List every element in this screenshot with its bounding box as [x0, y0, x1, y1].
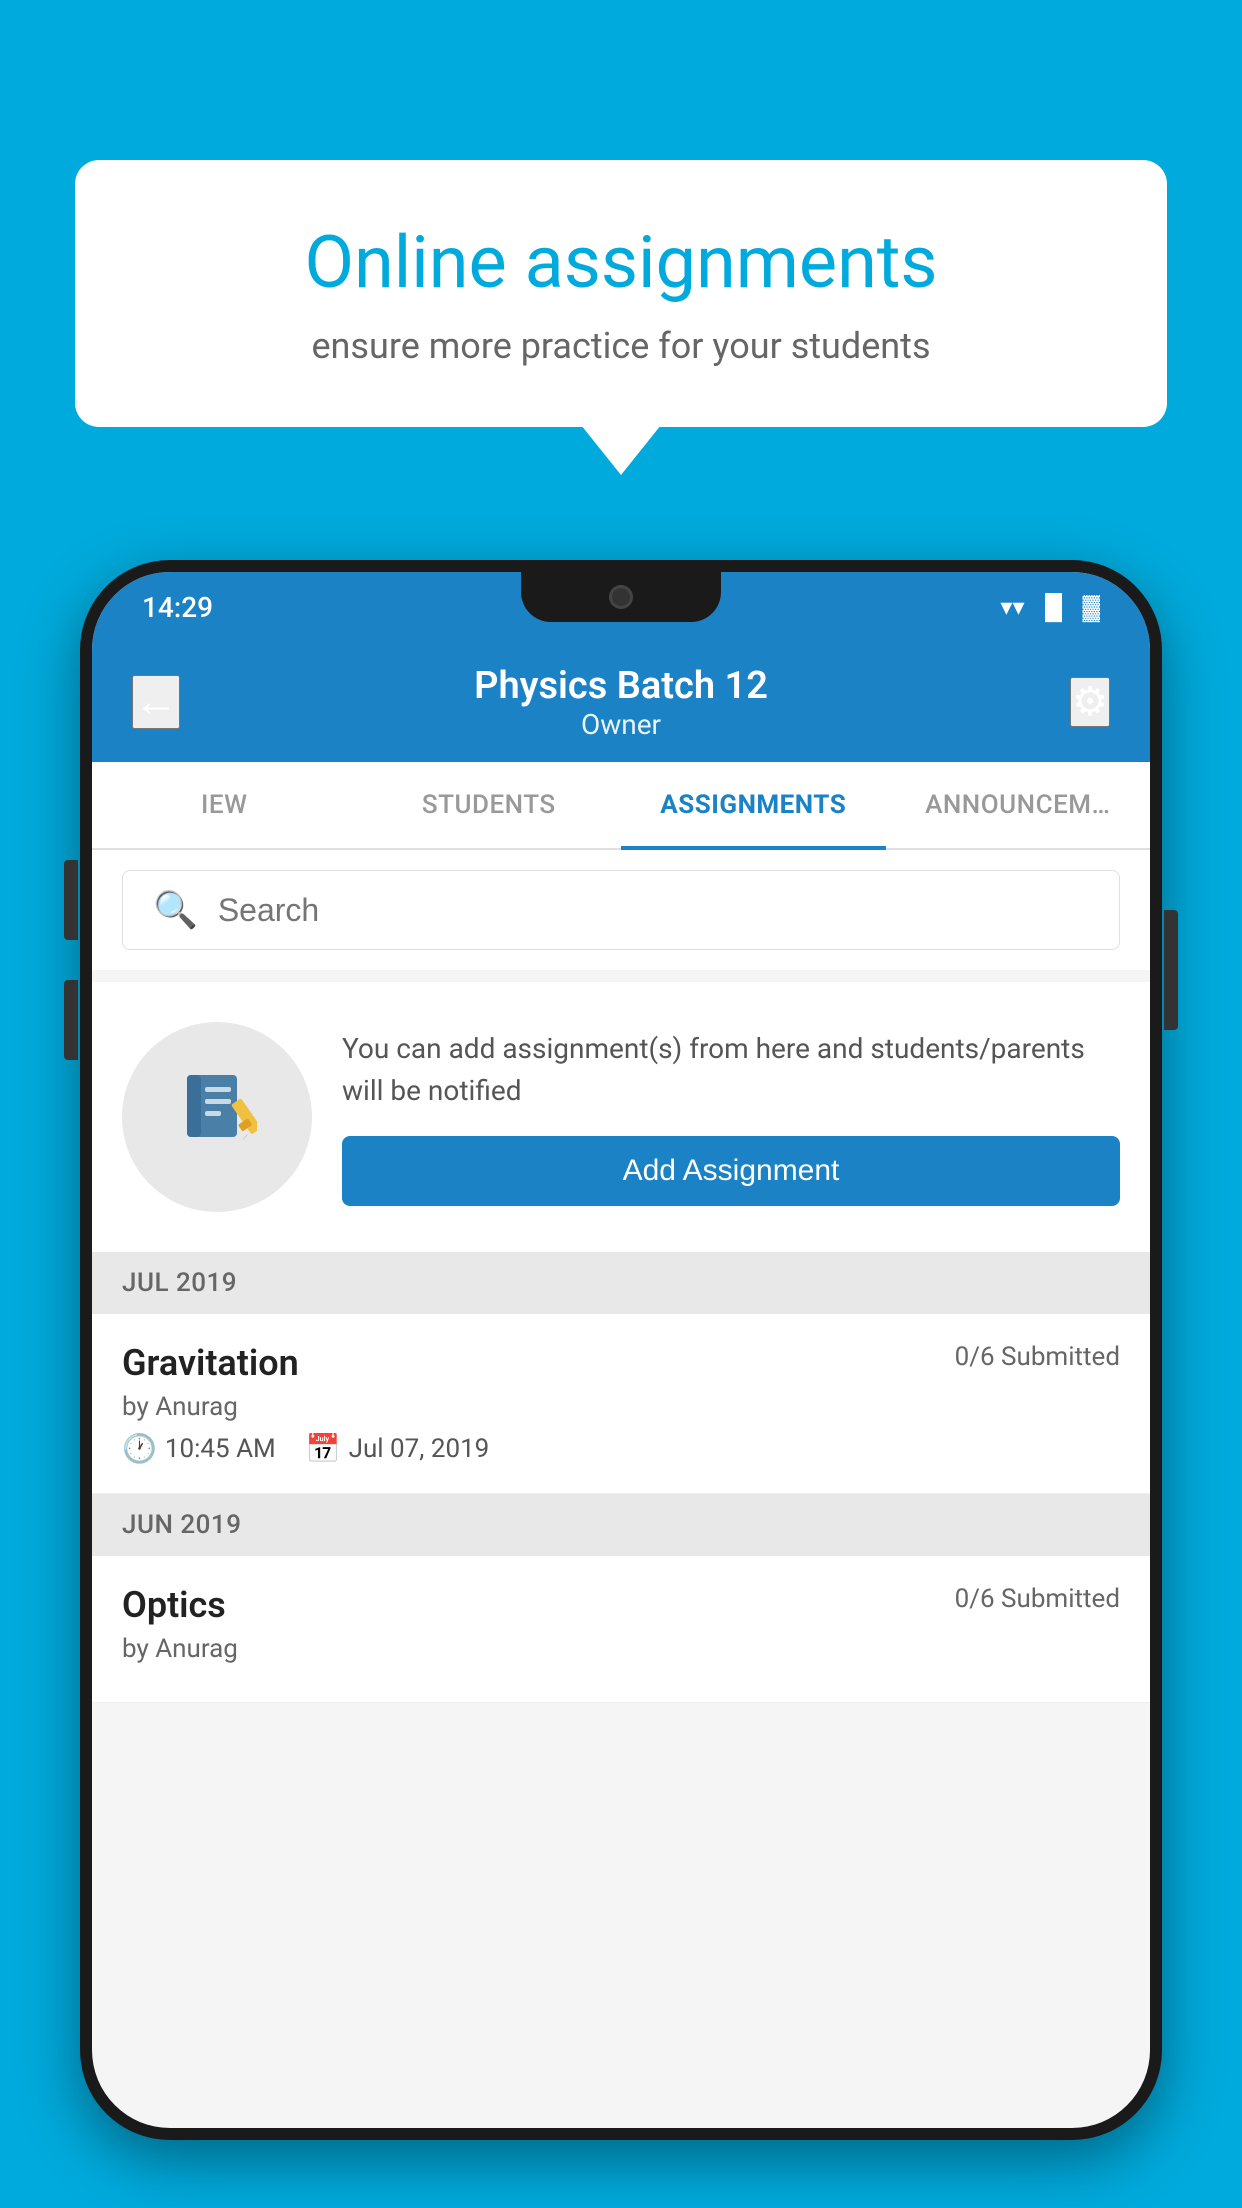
- assignment-date: 📅 Jul 07, 2019: [306, 1432, 490, 1465]
- clock-icon: 🕐: [122, 1432, 157, 1465]
- phone-notch: [521, 572, 721, 622]
- header-subtitle: Owner: [474, 708, 768, 741]
- settings-button[interactable]: ⚙: [1070, 677, 1110, 727]
- battery-icon: ▓: [1083, 593, 1101, 622]
- assignment-top-optics: Optics 0/6 Submitted: [122, 1584, 1120, 1626]
- assignment-top: Gravitation 0/6 Submitted: [122, 1342, 1120, 1384]
- assignment-time: 🕐 10:45 AM: [122, 1432, 276, 1465]
- signal-icon: ▐▌: [1036, 593, 1070, 622]
- phone-frame: 14:29 ▾▾ ▐▌ ▓ ← Physics Batch 12 Owner ⚙: [80, 560, 1162, 2140]
- search-bar[interactable]: 🔍: [122, 870, 1120, 950]
- back-button[interactable]: ←: [132, 675, 180, 729]
- assignment-submitted: 0/6 Submitted: [955, 1342, 1120, 1372]
- tab-iew[interactable]: IEW: [92, 762, 357, 848]
- bubble-title: Online assignments: [145, 220, 1097, 305]
- side-button-vol-up: [64, 860, 78, 940]
- tab-announcements[interactable]: ANNOUNCEM…: [886, 762, 1151, 848]
- promo-description: You can add assignment(s) from here and …: [342, 1028, 1120, 1112]
- tabs-bar: IEW STUDENTS ASSIGNMENTS ANNOUNCEM…: [92, 762, 1150, 850]
- assignment-meta: 🕐 10:45 AM 📅 Jul 07, 2019: [122, 1432, 1120, 1465]
- assignment-name: Gravitation: [122, 1342, 299, 1384]
- section-header-jun: JUN 2019: [92, 1494, 1150, 1556]
- add-assignment-button[interactable]: Add Assignment: [342, 1136, 1120, 1206]
- bubble-subtitle: ensure more practice for your students: [145, 325, 1097, 367]
- side-button-vol-down: [64, 980, 78, 1060]
- phone-wrapper: 14:29 ▾▾ ▐▌ ▓ ← Physics Batch 12 Owner ⚙: [80, 560, 1162, 2208]
- tab-students[interactable]: STUDENTS: [357, 762, 622, 848]
- wifi-icon: ▾▾: [1000, 593, 1024, 621]
- promo-text-wrap: You can add assignment(s) from here and …: [342, 1028, 1120, 1206]
- header-title: Physics Batch 12: [474, 664, 768, 708]
- search-icon: 🔍: [153, 889, 198, 931]
- assignment-by-optics: by Anurag: [122, 1634, 1120, 1664]
- add-assignment-promo: You can add assignment(s) from here and …: [92, 982, 1150, 1252]
- section-header-jul: JUL 2019: [92, 1252, 1150, 1314]
- speech-bubble: Online assignments ensure more practice …: [75, 160, 1167, 427]
- side-button-power: [1164, 910, 1178, 1030]
- assignment-submitted-optics: 0/6 Submitted: [955, 1584, 1120, 1614]
- assignment-icon: [177, 1067, 257, 1167]
- assignment-date-value: Jul 07, 2019: [349, 1434, 490, 1464]
- assignment-item-optics[interactable]: Optics 0/6 Submitted by Anurag: [92, 1556, 1150, 1703]
- status-icons: ▾▾ ▐▌ ▓: [1000, 593, 1100, 622]
- phone-screen: 14:29 ▾▾ ▐▌ ▓ ← Physics Batch 12 Owner ⚙: [92, 572, 1150, 2128]
- assignment-name-optics: Optics: [122, 1584, 226, 1626]
- tab-assignments[interactable]: ASSIGNMENTS: [621, 762, 886, 848]
- header-title-wrap: Physics Batch 12 Owner: [474, 664, 768, 741]
- promo-icon-circle: [122, 1022, 312, 1212]
- app-header: ← Physics Batch 12 Owner ⚙: [92, 642, 1150, 762]
- assignment-by: by Anurag: [122, 1392, 1120, 1422]
- search-container: 🔍: [92, 850, 1150, 970]
- search-input[interactable]: [218, 892, 1089, 929]
- status-time: 14:29: [142, 591, 213, 624]
- assignment-time-value: 10:45 AM: [165, 1434, 276, 1464]
- front-camera: [609, 585, 633, 609]
- calendar-icon: 📅: [306, 1432, 341, 1465]
- assignment-item-gravitation[interactable]: Gravitation 0/6 Submitted by Anurag 🕐 10…: [92, 1314, 1150, 1494]
